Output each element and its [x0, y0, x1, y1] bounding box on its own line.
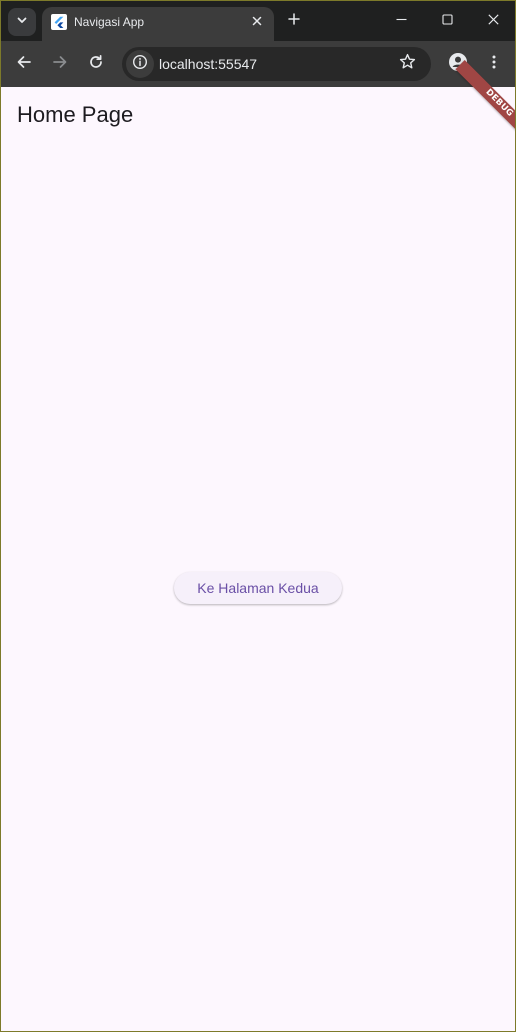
tab-title: Navigasi App: [74, 15, 145, 29]
second-page-button[interactable]: Ke Halaman Kedua: [174, 572, 342, 604]
tab-strip: Navigasi App: [1, 1, 515, 41]
close-icon: [252, 13, 262, 31]
browser-tab[interactable]: Navigasi App: [42, 7, 274, 41]
info-icon: [132, 54, 148, 75]
maximize-button[interactable]: [433, 7, 461, 35]
flutter-icon: [51, 14, 67, 30]
browser-toolbar: localhost:55547: [1, 41, 515, 87]
menu-button[interactable]: [479, 49, 509, 79]
maximize-icon: [441, 12, 453, 30]
minimize-icon: [396, 12, 407, 30]
arrow-right-icon: [52, 54, 68, 75]
new-tab-button[interactable]: [283, 10, 305, 32]
url-text[interactable]: localhost:55547: [159, 56, 257, 72]
minimize-button[interactable]: [387, 7, 415, 35]
arrow-left-icon: [16, 54, 32, 75]
tab-close-button[interactable]: [248, 13, 266, 31]
forward-button[interactable]: [45, 49, 75, 79]
plus-icon: [288, 12, 300, 30]
reload-icon: [88, 54, 104, 75]
address-bar[interactable]: localhost:55547: [122, 47, 431, 81]
browser-window: Navigasi App localhost:55547 Home Page K…: [0, 0, 516, 1032]
page-content: Home Page Ke Halaman Kedua: [1, 87, 515, 1031]
tab-search-button[interactable]: [8, 8, 36, 36]
star-icon: [399, 53, 416, 75]
more-vertical-icon: [486, 54, 502, 75]
page-title: Home Page: [17, 102, 134, 127]
reload-button[interactable]: [81, 49, 111, 79]
close-icon: [487, 12, 499, 30]
back-button[interactable]: [9, 49, 39, 79]
chevron-down-icon: [16, 13, 28, 31]
bookmark-button[interactable]: [395, 52, 419, 76]
site-info-button[interactable]: [126, 50, 154, 78]
close-window-button[interactable]: [479, 7, 507, 35]
